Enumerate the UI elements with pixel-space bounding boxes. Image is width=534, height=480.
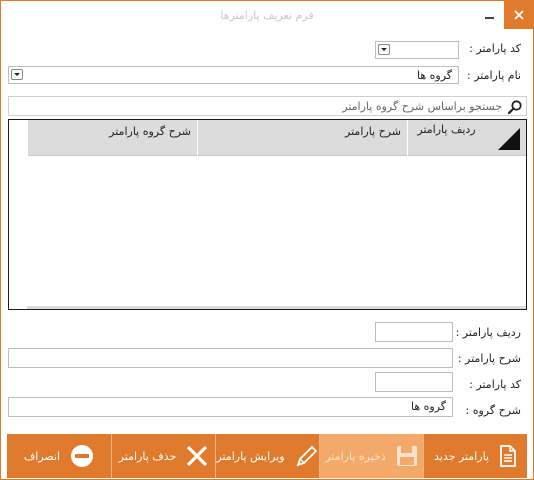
delete-param-button[interactable]: حذف پارامتر xyxy=(111,434,215,478)
save-icon xyxy=(396,445,418,467)
edit-param-label: ویرایش پارامتر xyxy=(216,449,285,463)
row-input[interactable] xyxy=(375,322,453,342)
search-icon[interactable] xyxy=(507,99,523,115)
param-code-label: کد پارامتر : xyxy=(469,42,521,55)
group-desc-value: گروه ها xyxy=(410,400,446,413)
code-label: کد پارامتر : xyxy=(469,378,521,391)
chevron-down-icon[interactable] xyxy=(378,44,390,55)
chevron-down-icon[interactable] xyxy=(11,69,23,80)
minus-circle-icon xyxy=(70,444,94,468)
column-header-group-desc[interactable]: شرح گروه پارامتر xyxy=(27,120,197,156)
grid-header: شرح گروه پارامتر شرح پارامتر ردیف پارامت… xyxy=(27,120,526,156)
group-desc-label: شرح گروه : xyxy=(465,404,521,417)
param-code-combo[interactable] xyxy=(375,41,459,59)
param-name-combo[interactable]: گروه ها xyxy=(8,66,459,84)
title-bar: فرم تعریف پارامترها xyxy=(1,1,533,31)
param-name-value: گروه ها xyxy=(416,69,452,82)
column-header-param-desc[interactable]: شرح پارامتر xyxy=(197,120,407,156)
search-placeholder: جستجو براساس شرح گروه پارامتر xyxy=(342,100,502,113)
column-header-row[interactable]: ردیف پارامتر xyxy=(407,120,485,156)
parameters-window: فرم تعریف پارامترها کد پارامتر : نام پار… xyxy=(0,0,534,480)
minimize-button[interactable] xyxy=(479,1,499,29)
new-param-label: پارامتر جدید xyxy=(434,449,489,463)
close-icon xyxy=(513,10,524,20)
edit-param-button[interactable]: ویرایش پارامتر xyxy=(215,434,319,478)
param-desc-input[interactable] xyxy=(8,348,453,368)
new-param-button[interactable]: پارامتر جدید xyxy=(423,434,527,478)
parameters-grid[interactable]: شرح گروه پارامتر شرح پارامتر ردیف پارامت… xyxy=(8,119,527,310)
delete-x-icon xyxy=(186,445,208,467)
document-icon xyxy=(499,445,517,467)
cancel-label: انصراف xyxy=(23,449,61,463)
save-param-button[interactable]: ذخیره پارامتر xyxy=(319,434,423,478)
save-param-label: ذخیره پارامتر xyxy=(325,449,386,463)
window-title: فرم تعریف پارامترها xyxy=(220,9,314,22)
cancel-button[interactable]: انصراف xyxy=(7,434,111,478)
pencil-icon xyxy=(295,444,319,468)
param-name-label: نام پارامتر : xyxy=(467,69,521,82)
code-input[interactable] xyxy=(375,372,453,392)
group-desc-input[interactable]: گروه ها xyxy=(8,397,453,417)
close-button[interactable] xyxy=(504,1,533,29)
select-all-corner[interactable] xyxy=(484,120,526,156)
search-input[interactable]: جستجو براساس شرح گروه پارامتر xyxy=(8,96,527,116)
minimize-icon xyxy=(484,17,494,19)
grid-footer-strip xyxy=(27,306,526,309)
param-desc-label: شرح پارامتر : xyxy=(457,352,521,365)
row-label: ردیف پارامتر : xyxy=(455,326,521,339)
delete-param-label: حذف پارامتر xyxy=(118,449,177,463)
action-bar: پارامتر جدید ذخیره پارامتر ویرایش پارامت… xyxy=(7,434,527,478)
corner-triangle-icon xyxy=(498,128,520,150)
